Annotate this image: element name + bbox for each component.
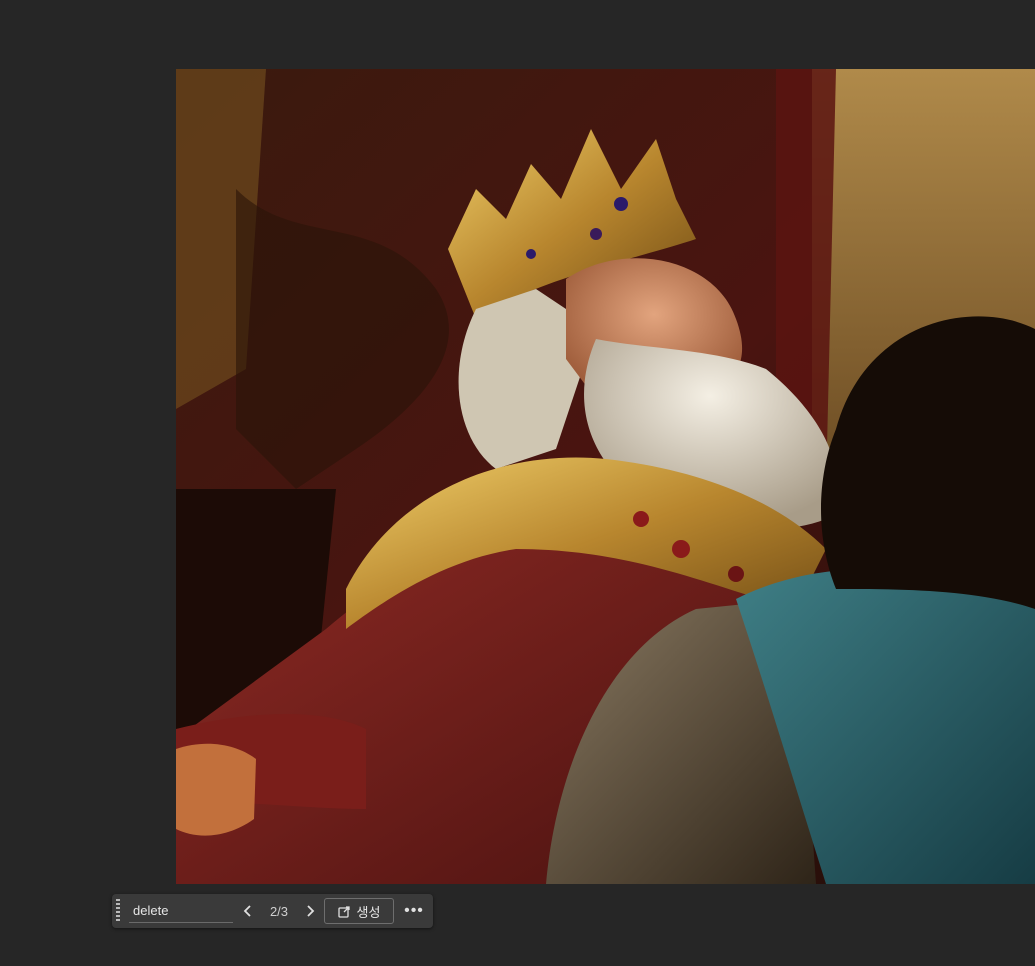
previous-variation-button[interactable] bbox=[237, 899, 259, 923]
variation-counter: 2/3 bbox=[269, 903, 289, 919]
external-generate-icon bbox=[337, 905, 350, 918]
generated-image bbox=[176, 69, 1035, 884]
generate-button[interactable]: 생성 bbox=[324, 898, 394, 924]
chevron-right-icon bbox=[307, 905, 315, 917]
next-variation-button[interactable] bbox=[299, 899, 321, 923]
more-options-button[interactable]: ••• bbox=[402, 899, 426, 923]
chevron-left-icon bbox=[243, 905, 251, 917]
king-portrait-image bbox=[176, 69, 1035, 884]
drag-handle-icon[interactable] bbox=[116, 899, 120, 923]
document-canvas[interactable] bbox=[0, 0, 1035, 966]
generate-button-label: 생성 bbox=[356, 904, 381, 920]
contextual-taskbar: 2/3 생성 ••• bbox=[112, 894, 433, 928]
prompt-input[interactable] bbox=[129, 899, 233, 923]
more-icon: ••• bbox=[404, 902, 424, 919]
